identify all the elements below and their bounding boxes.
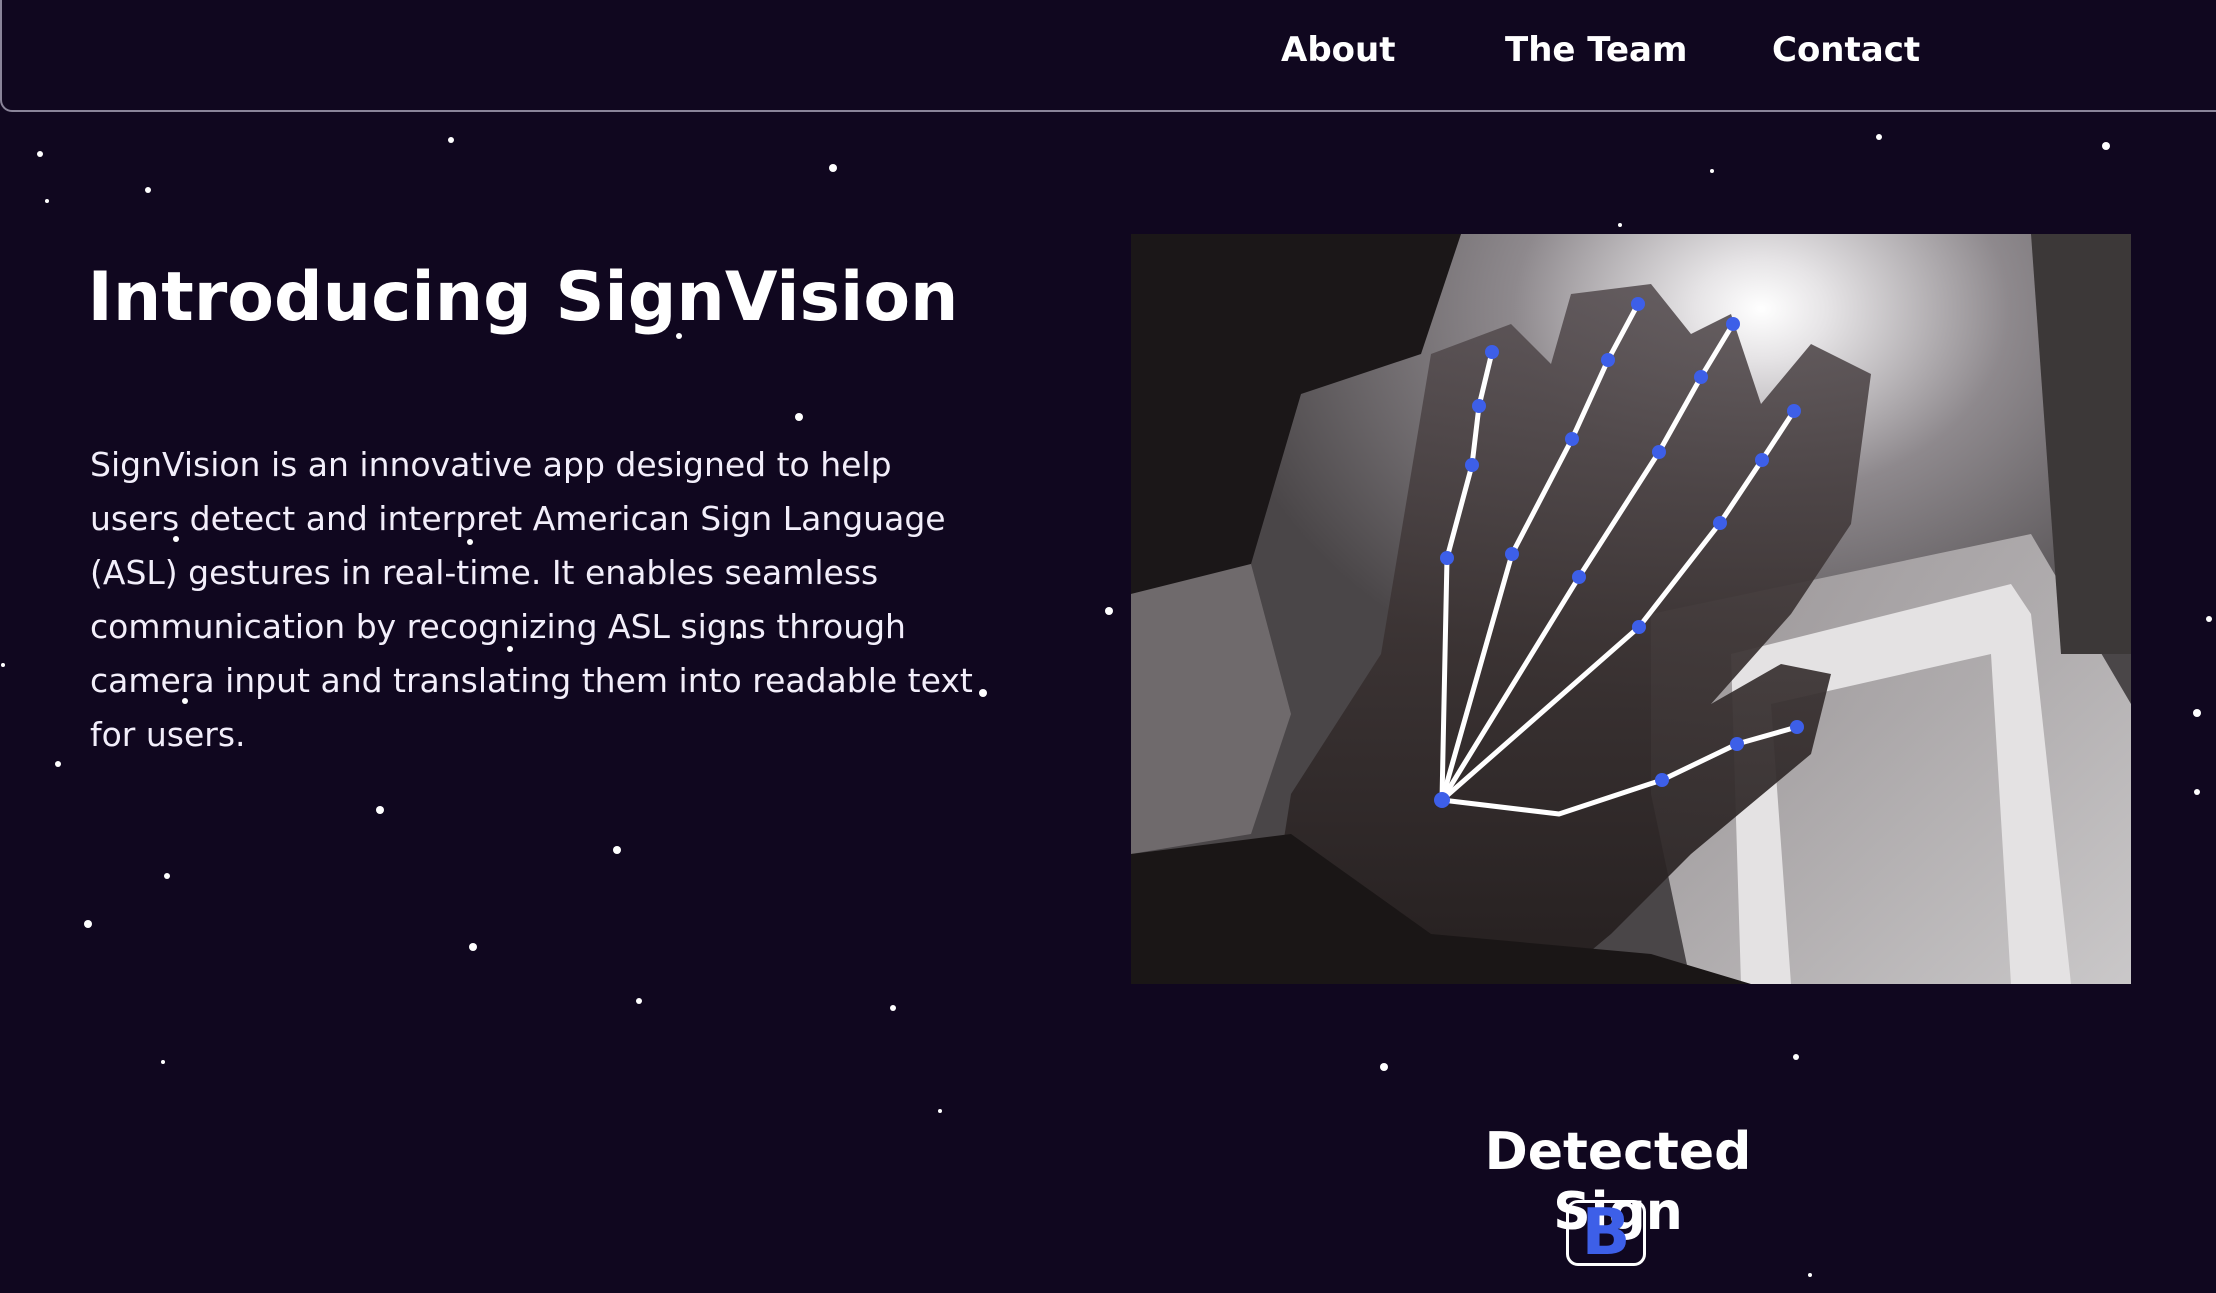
detected-sign-letter: B <box>1566 1200 1646 1266</box>
nav-link-the-team[interactable]: The Team <box>1505 30 1687 70</box>
camera-feed <box>1131 234 2131 984</box>
hand-landmark <box>1485 345 1499 359</box>
hero-description: SignVision is an innovative app designed… <box>90 445 973 754</box>
hand-landmark <box>1790 720 1804 734</box>
hand-landmark <box>1713 516 1727 530</box>
hand-landmark <box>1652 445 1666 459</box>
hand-landmark <box>1472 399 1486 413</box>
hand-landmark <box>1572 570 1586 584</box>
hand-landmark <box>1632 620 1646 634</box>
page: About The Team Contact Introducing SignV… <box>0 0 2216 1293</box>
hand-landmark <box>1631 297 1645 311</box>
hand-landmark <box>1565 432 1579 446</box>
top-navbar: About The Team Contact <box>0 0 2216 112</box>
hand-landmark <box>1787 404 1801 418</box>
hand-landmark <box>1465 458 1479 472</box>
hand-landmark <box>1655 773 1669 787</box>
hand-landmark <box>1505 547 1519 561</box>
hero-title: Introducing SignVision <box>87 258 959 337</box>
hand-landmark <box>1730 737 1744 751</box>
hand-landmark <box>1601 353 1615 367</box>
hand-landmark <box>1726 317 1740 331</box>
hand-landmark <box>1694 370 1708 384</box>
hand-landmark <box>1434 792 1450 808</box>
hand-landmark <box>1440 551 1454 565</box>
nav-link-contact[interactable]: Contact <box>1772 30 1920 70</box>
nav-link-about[interactable]: About <box>1281 30 1395 70</box>
hand-landmark <box>1755 453 1769 467</box>
